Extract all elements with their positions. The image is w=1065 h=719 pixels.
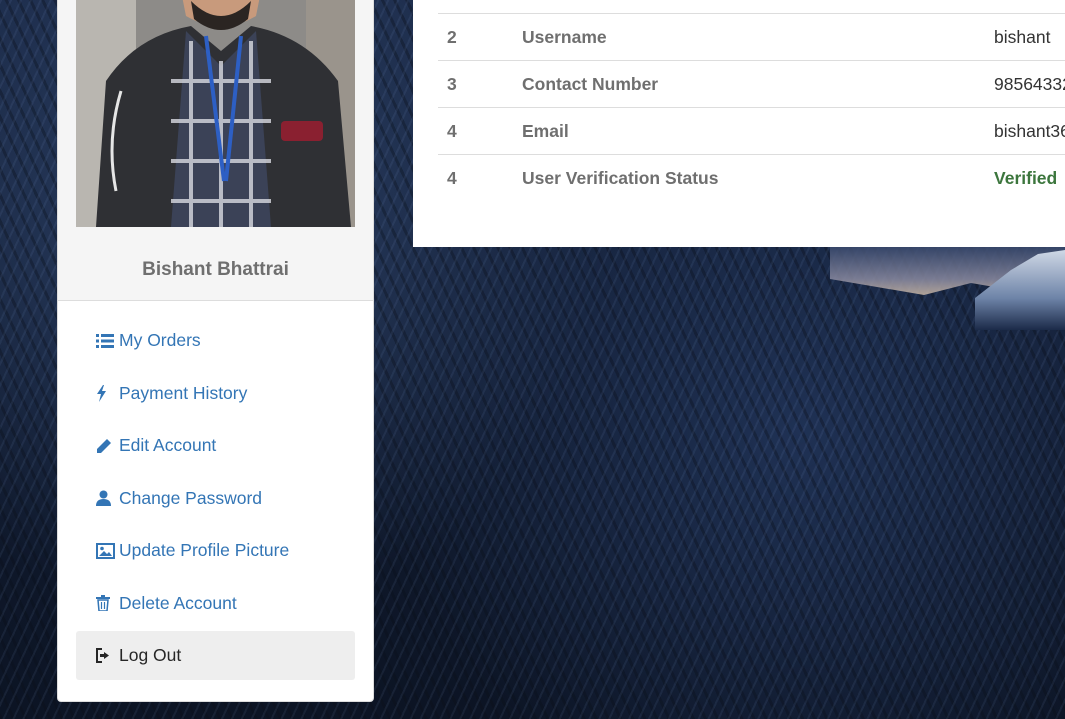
table-row: 4 Email bishant36 bbox=[438, 107, 1065, 155]
row-value: 98564332 bbox=[994, 60, 1065, 108]
table-row: 4 User Verification Status Verified bbox=[438, 154, 1065, 201]
row-label: Username bbox=[522, 13, 994, 61]
menu-edit-account-label: Edit Account bbox=[119, 435, 217, 455]
logout-icon bbox=[96, 647, 116, 665]
menu-payment-history-label: Payment History bbox=[119, 382, 248, 403]
account-details-table: 2 Username bishant 3 Contact Number 9856… bbox=[438, 13, 1065, 201]
menu-edit-account[interactable]: Edit Account bbox=[76, 421, 355, 470]
verification-status: Verified bbox=[994, 154, 1065, 201]
row-number: 2 bbox=[438, 13, 522, 61]
user-icon bbox=[96, 489, 116, 507]
menu-my-orders-label: My Orders bbox=[119, 330, 201, 350]
menu-log-out-label: Log Out bbox=[119, 645, 182, 665]
menu-change-password-label: Change Password bbox=[119, 487, 262, 508]
menu-log-out[interactable]: Log Out bbox=[76, 631, 355, 680]
menu-change-password[interactable]: Change Password bbox=[76, 474, 355, 523]
row-number: 3 bbox=[438, 60, 522, 108]
trash-icon bbox=[96, 594, 116, 612]
avatar bbox=[76, 0, 355, 227]
row-label: User Verification Status bbox=[522, 154, 994, 201]
row-label: Email bbox=[522, 107, 994, 155]
row-number: 4 bbox=[438, 154, 522, 201]
menu-delete-account[interactable]: Delete Account bbox=[76, 579, 355, 628]
picture-icon bbox=[96, 542, 116, 560]
profile-header: Bishant Bhattrai bbox=[58, 0, 373, 301]
bolt-icon bbox=[96, 384, 116, 402]
row-number: 4 bbox=[438, 107, 522, 155]
profile-name: Bishant Bhattrai bbox=[142, 259, 289, 280]
row-value: bishant bbox=[994, 13, 1065, 61]
table-row: 3 Contact Number 98564332 bbox=[438, 60, 1065, 108]
menu-my-orders[interactable]: My Orders bbox=[76, 316, 355, 365]
pencil-icon bbox=[96, 437, 116, 455]
account-details-panel: 2 Username bishant 3 Contact Number 9856… bbox=[413, 0, 1065, 247]
menu-update-profile-picture-label: Update Profile Picture bbox=[119, 540, 290, 560]
menu-delete-account-label: Delete Account bbox=[119, 592, 237, 613]
profile-sidebar: Bishant Bhattrai My Orders Payment Histo… bbox=[57, 0, 374, 702]
menu-payment-history[interactable]: Payment History bbox=[76, 369, 355, 418]
list-icon bbox=[96, 332, 116, 350]
menu-update-profile-picture[interactable]: Update Profile Picture bbox=[76, 526, 355, 575]
row-label: Contact Number bbox=[522, 60, 994, 108]
row-value: bishant36 bbox=[994, 107, 1065, 155]
table-row: 2 Username bishant bbox=[438, 13, 1065, 61]
account-menu: My Orders Payment History Edit Account C… bbox=[58, 301, 373, 680]
